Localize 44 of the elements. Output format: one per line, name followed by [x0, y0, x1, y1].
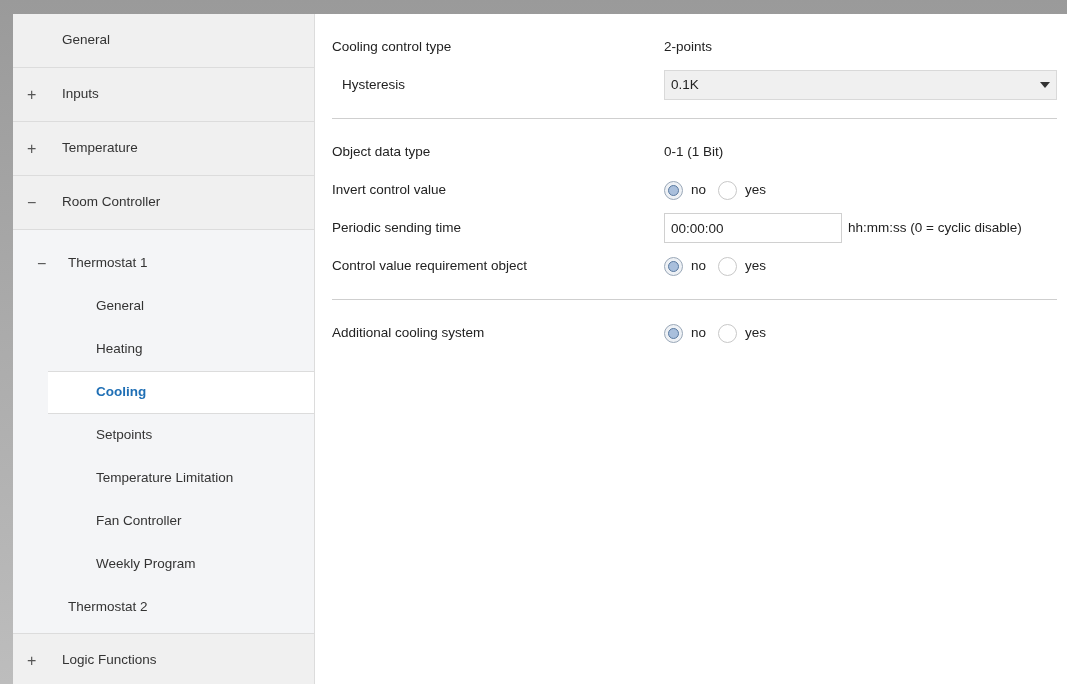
sidebar-item[interactable]: Fan Controller [96, 511, 182, 532]
field-label: Control value requirement object [332, 256, 529, 275]
caret-icon [1040, 82, 1050, 88]
expand-toggle[interactable]: + [27, 85, 37, 103]
radio-button[interactable] [718, 323, 738, 343]
sidebar-item[interactable]: General [96, 296, 145, 317]
sidebar-item[interactable]: Thermostat 1 [68, 253, 148, 274]
unit-text: hh:mm:ss (0 = cyclic disable) [848, 218, 1022, 237]
option-label: no [691, 323, 707, 342]
sidebar-item[interactable]: Inputs [62, 84, 99, 105]
sidebar-item[interactable]: Thermostat 2 [68, 597, 148, 618]
radio-button[interactable] [664, 180, 683, 200]
sidebar-item[interactable]: Weekly Program [96, 554, 196, 575]
field-label: Periodic sending time [332, 218, 463, 237]
field-label: Invert control value [332, 180, 448, 199]
expand-toggle[interactable]: + [27, 651, 37, 669]
collapse-toggle[interactable]: − [37, 254, 47, 272]
option-label: no [691, 180, 707, 199]
field-label: Cooling control type [332, 37, 453, 56]
option-label: yes [745, 256, 767, 275]
field-label: Additional cooling system [332, 323, 486, 342]
sidebar-item[interactable]: Cooling [96, 382, 147, 403]
collapse-toggle[interactable]: − [27, 193, 37, 211]
sidebar-item[interactable]: Heating [96, 339, 143, 360]
field-label: Object data type [332, 142, 432, 161]
sidebar-item[interactable]: Logic Functions [62, 650, 157, 671]
sidebar-item[interactable]: Room Controller [62, 192, 161, 213]
value-text: 0-1 (1 Bit) [664, 142, 724, 161]
dropdown[interactable]: 0.1K [664, 70, 1057, 100]
sidebar-item[interactable]: Temperature [62, 138, 138, 159]
sidebar-item[interactable]: Temperature Limitation [96, 468, 234, 489]
radio-button[interactable] [664, 323, 683, 343]
sidebar-item[interactable]: Setpoints [96, 425, 153, 446]
option-label: no [691, 256, 707, 275]
field-label: Hysteresis [341, 75, 406, 94]
sidebar-item[interactable]: General [62, 30, 111, 51]
value-text: 2-points [664, 37, 713, 56]
option-label: yes [745, 180, 767, 199]
radio-button[interactable] [718, 256, 738, 276]
radio-button[interactable] [664, 256, 683, 276]
radio-button[interactable] [718, 180, 738, 200]
input-field[interactable]: 00:00:00 [664, 213, 842, 243]
option-label: yes [745, 323, 767, 342]
expand-toggle[interactable]: + [27, 139, 37, 157]
